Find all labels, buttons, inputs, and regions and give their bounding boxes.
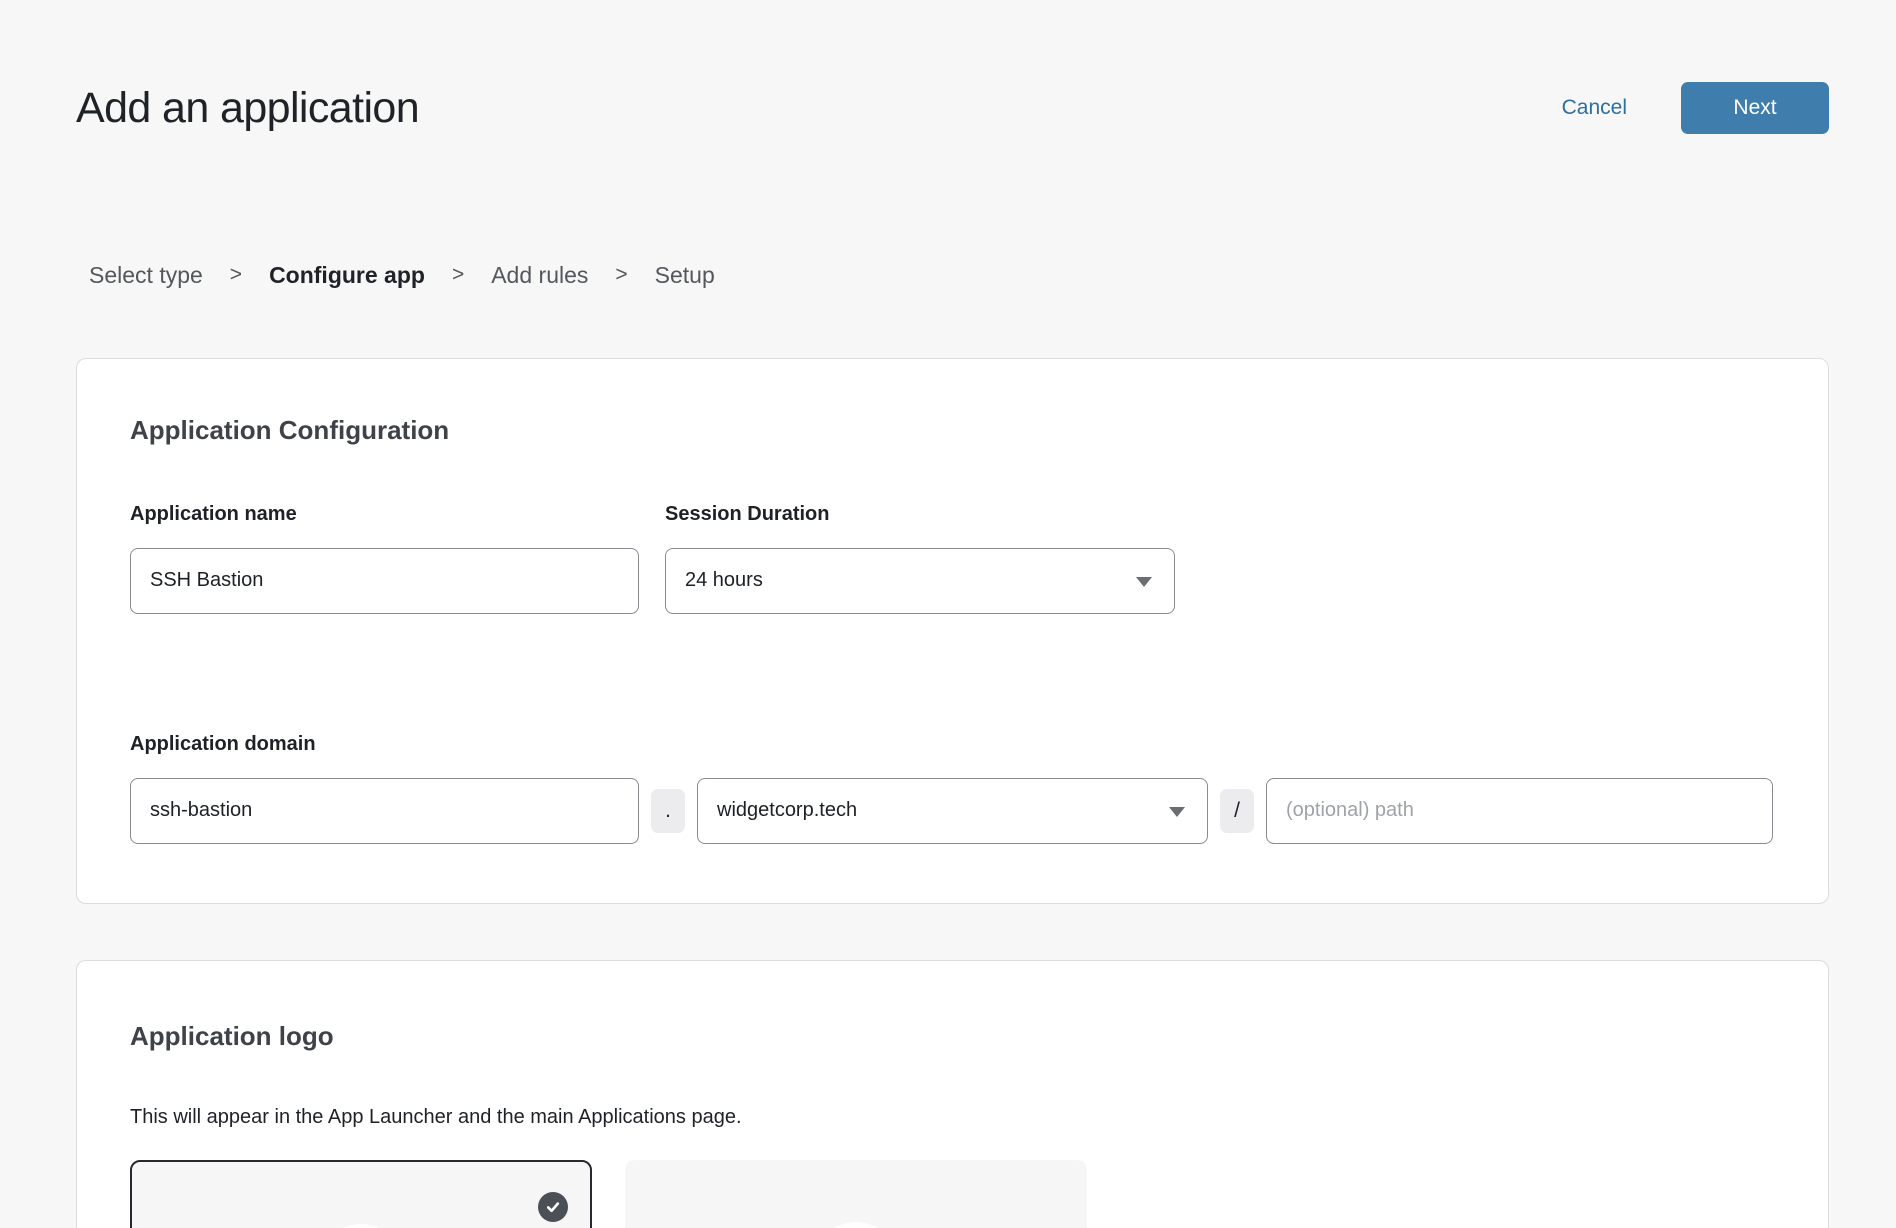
header-actions: Cancel Next [1556, 82, 1829, 134]
logo-option-custom[interactable] [625, 1160, 1087, 1228]
application-domain-row: . widgetcorp.tech / [130, 778, 1775, 844]
step-setup[interactable]: Setup [655, 262, 715, 288]
application-logo-card: Application logo This will appear in the… [76, 960, 1829, 1228]
application-name-field-group: Application name [130, 502, 639, 614]
add-application-page: Add an application Cancel Next Select ty… [0, 0, 1896, 1228]
default-logo-circle [318, 1224, 404, 1228]
application-name-input[interactable] [130, 548, 639, 614]
name-duration-row: Application name Session Duration 24 hou… [130, 502, 1775, 614]
cancel-button[interactable]: Cancel [1556, 95, 1633, 121]
breadcrumb-separator: > [615, 262, 627, 288]
logo-description: This will appear in the App Launcher and… [130, 1105, 1775, 1129]
page-header: Add an application Cancel Next [76, 0, 1829, 166]
subdomain-input[interactable] [130, 778, 639, 844]
breadcrumb-separator: > [452, 262, 464, 288]
configuration-heading: Application Configuration [130, 359, 1775, 446]
logo-option-default[interactable] [130, 1160, 592, 1228]
breadcrumb: Select type > Configure app > Add rules … [89, 262, 1829, 288]
chevron-down-icon [1136, 577, 1152, 587]
check-icon [544, 1198, 562, 1216]
step-add-rules[interactable]: Add rules [491, 262, 588, 288]
session-duration-field-group: Session Duration 24 hours [665, 502, 1175, 614]
next-button[interactable]: Next [1681, 82, 1829, 134]
custom-logo-circle [813, 1222, 899, 1228]
domain-select[interactable]: widgetcorp.tech [697, 778, 1208, 844]
breadcrumb-separator: > [230, 262, 242, 288]
session-duration-select[interactable]: 24 hours [665, 548, 1175, 614]
dot-separator: . [651, 789, 685, 833]
path-input[interactable] [1266, 778, 1773, 844]
application-domain-label: Application domain [130, 732, 1775, 756]
domain-select-value: widgetcorp.tech [717, 799, 857, 822]
application-configuration-card: Application Configuration Application na… [76, 358, 1829, 904]
selected-badge [538, 1192, 568, 1222]
logo-options [130, 1160, 1775, 1228]
application-name-label: Application name [130, 502, 639, 526]
step-configure-app[interactable]: Configure app [269, 262, 425, 288]
chevron-down-icon [1169, 807, 1185, 817]
page-title: Add an application [76, 79, 419, 137]
session-duration-value: 24 hours [685, 569, 763, 592]
logo-heading: Application logo [130, 961, 1775, 1052]
slash-separator: / [1220, 789, 1254, 833]
session-duration-label: Session Duration [665, 502, 1175, 526]
step-select-type[interactable]: Select type [89, 262, 203, 288]
